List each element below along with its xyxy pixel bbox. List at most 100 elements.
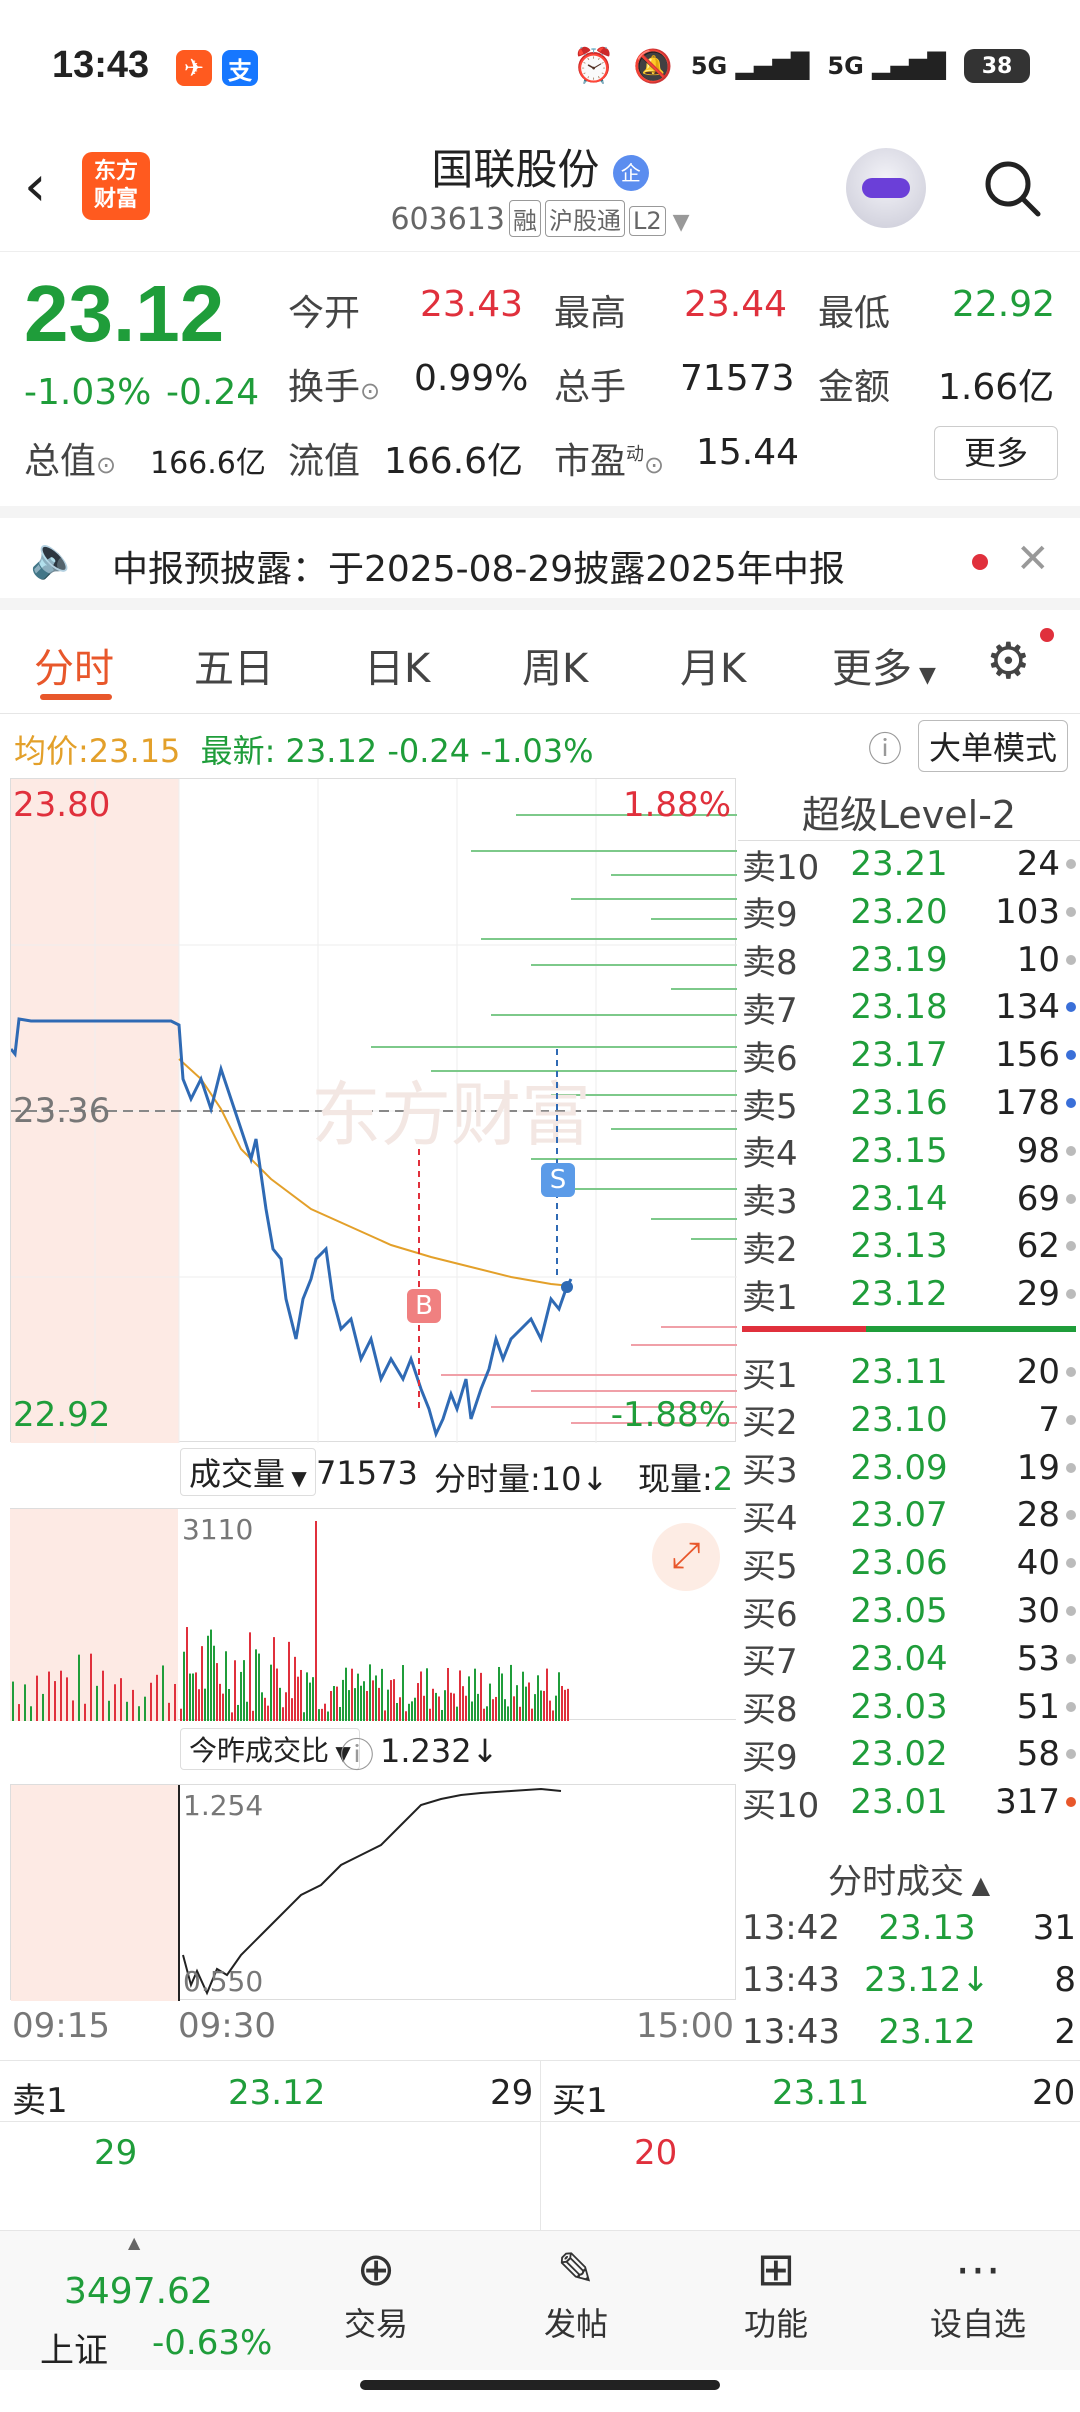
nav-add-watchlist[interactable]: ⋯ 设自选 <box>908 2239 1048 2345</box>
big-order-mode-button[interactable]: 大单模式 <box>917 720 1068 772</box>
volume-label: 总手 <box>554 367 627 408</box>
bid-row[interactable]: 买7 23.04 53 <box>742 1635 1076 1683</box>
volume-bar <box>495 1696 497 1721</box>
bid-price: 23.06 <box>850 1543 948 1584</box>
bid-qty: 317 <box>995 1782 1060 1823</box>
volume-bar <box>525 1686 527 1721</box>
close-icon[interactable]: ✕ <box>1016 536 1050 582</box>
volume-bar <box>294 1656 296 1721</box>
search-icon[interactable] <box>980 156 1044 220</box>
time-start: 09:15 <box>12 2006 110 2046</box>
volume-indicator-select[interactable]: 成交量 ▼ <box>180 1448 316 1496</box>
buy-marker[interactable]: B <box>407 1289 441 1323</box>
home-indicator[interactable] <box>360 2380 720 2390</box>
tab-weekly-k[interactable]: 周K <box>522 636 588 694</box>
dropdown-icon: ▼ <box>665 210 690 235</box>
ask-price: 23.18 <box>850 987 948 1028</box>
notice-banner[interactable]: 🔈 中报预披露：于2025-08-29披露2025年中报 ✕ <box>0 506 1080 610</box>
dropdown-icon: ▼ <box>912 663 936 688</box>
pe-label: 市盈动⊙ <box>554 441 665 482</box>
volume-bar <box>483 1708 485 1721</box>
robot-assistant-icon[interactable] <box>846 148 926 228</box>
bid-qty: 51 <box>1016 1686 1060 1727</box>
change-value: -0.24 <box>166 372 260 413</box>
settings-icon[interactable]: ⚙ <box>986 632 1031 690</box>
volume-bar <box>66 1677 68 1721</box>
volume-bar <box>345 1667 347 1721</box>
bid-row[interactable]: 买3 23.09 19 <box>742 1444 1076 1492</box>
tab-intraday[interactable]: 分时 <box>34 636 114 694</box>
ask-qty: 69 <box>1016 1178 1060 1219</box>
tab-five-day[interactable]: 五日 <box>194 636 274 694</box>
high-value: 23.44 <box>684 284 788 325</box>
sell-marker[interactable]: S <box>541 1163 575 1197</box>
ask-row[interactable]: 卖5 23.16 178 <box>742 1079 1076 1127</box>
bid-row[interactable]: 买6 23.05 30 <box>742 1587 1076 1635</box>
bid-row[interactable]: 买5 23.06 40 <box>742 1539 1076 1587</box>
volume-bar <box>498 1666 500 1721</box>
ask-row[interactable]: 卖3 23.14 69 <box>742 1175 1076 1223</box>
level2-title[interactable]: 超级Level-2 <box>738 784 1080 839</box>
ask-row[interactable]: 卖10 23.21 24 <box>742 840 1076 888</box>
order-dot-icon <box>1066 1558 1076 1569</box>
ratio-value: 1.232↓ <box>380 1732 499 1770</box>
help-icon[interactable]: ⓘ <box>340 1728 374 1777</box>
ask-row[interactable]: 卖4 23.15 98 <box>742 1127 1076 1175</box>
volume-bar <box>357 1673 359 1721</box>
low-value: 22.92 <box>952 284 1056 325</box>
ask-price: 23.14 <box>850 1178 948 1219</box>
order-dot-icon <box>1066 954 1076 965</box>
bid-row[interactable]: 买2 23.10 7 <box>742 1396 1076 1444</box>
ask-row[interactable]: 卖1 23.12 29 <box>742 1270 1076 1318</box>
ask-label: 卖8 <box>742 943 798 984</box>
bid-row[interactable]: 买10 23.01 317 <box>742 1778 1076 1826</box>
tag-connect: 沪股通 <box>544 200 625 237</box>
ask-price: 23.21 <box>850 844 948 884</box>
intraday-chart[interactable]: 东方财富 23.80 1.88% 23.36 22.92 -1.88% B S <box>10 778 737 1443</box>
chart-bottom-pct: -1.88% <box>610 1395 731 1435</box>
bottom-nav: ▲ 3497.62 上证 -0.63% ⊕ 交易 ✎ 发帖 ⊞ 功能 ⋯ 设自选 <box>0 2230 1080 2371</box>
volume-bar <box>477 1693 479 1721</box>
volume-bar <box>78 1654 80 1721</box>
volume-bar <box>444 1690 446 1721</box>
volume-bar <box>210 1629 212 1721</box>
bid-row[interactable]: 买9 23.02 58 <box>742 1730 1076 1778</box>
trades-panel[interactable]: 分时成交 ▲ 13:42 23.13 31 13:43 23.12↓ 8 13:43 23.1… <box>738 1842 1080 2052</box>
ask-qty: 103 <box>995 891 1060 932</box>
help-icon[interactable]: ⓘ <box>868 722 902 771</box>
volume-bar <box>543 1690 545 1721</box>
bid-label: 买10 <box>742 1785 820 1826</box>
volume-bar <box>396 1702 398 1721</box>
bid-row[interactable]: 买1 23.11 20 <box>742 1348 1076 1396</box>
nav-functions[interactable]: ⊞ 功能 <box>706 2239 846 2345</box>
volume-now: 现量:2 <box>638 1460 734 1498</box>
ask-row[interactable]: 卖6 23.17 156 <box>742 1031 1076 1079</box>
volume-bar <box>330 1691 332 1721</box>
ratio-indicator-select[interactable]: 今昨成交比 ▼ <box>180 1728 360 1770</box>
tab-monthly-k[interactable]: 月K <box>680 636 746 694</box>
volume-bar <box>225 1651 227 1721</box>
float-value: 166.6亿 <box>384 441 524 482</box>
trade-time: 13:43 <box>742 1960 840 2000</box>
bid-row[interactable]: 买8 23.03 51 <box>742 1683 1076 1731</box>
nav-trade[interactable]: ⊕ 交易 <box>306 2239 446 2345</box>
tab-more[interactable]: 更多 ▼ <box>832 636 936 694</box>
volume-bar <box>522 1671 524 1721</box>
period-tabs: 分时 五日 日K 周K 月K 更多 ▼ ⚙ <box>0 610 1080 714</box>
tab-daily-k[interactable]: 日K <box>364 636 430 694</box>
index-ticker[interactable]: ▲ 3497.62 上证 -0.63% <box>0 2231 272 2371</box>
ask-row[interactable]: 卖2 23.13 62 <box>742 1222 1076 1270</box>
volume-bar <box>435 1692 437 1721</box>
ask-row[interactable]: 卖7 23.18 134 <box>742 983 1076 1031</box>
trade-time: 13:43 <box>742 2012 840 2052</box>
volume-bar <box>252 1710 254 1721</box>
expand-icon[interactable]: ⤢ <box>652 1523 720 1591</box>
nav-post[interactable]: ✎ 发帖 <box>506 2239 646 2345</box>
app-notification-icon: ✈ <box>176 50 212 86</box>
more-button[interactable]: 更多 <box>934 426 1058 480</box>
ask-row[interactable]: 卖9 23.20 103 <box>742 888 1076 936</box>
volume-bar <box>243 1660 245 1721</box>
bid-qty: 7 <box>1038 1399 1060 1440</box>
bid-row[interactable]: 买4 23.07 28 <box>742 1491 1076 1539</box>
ask-row[interactable]: 卖8 23.19 10 <box>742 936 1076 984</box>
